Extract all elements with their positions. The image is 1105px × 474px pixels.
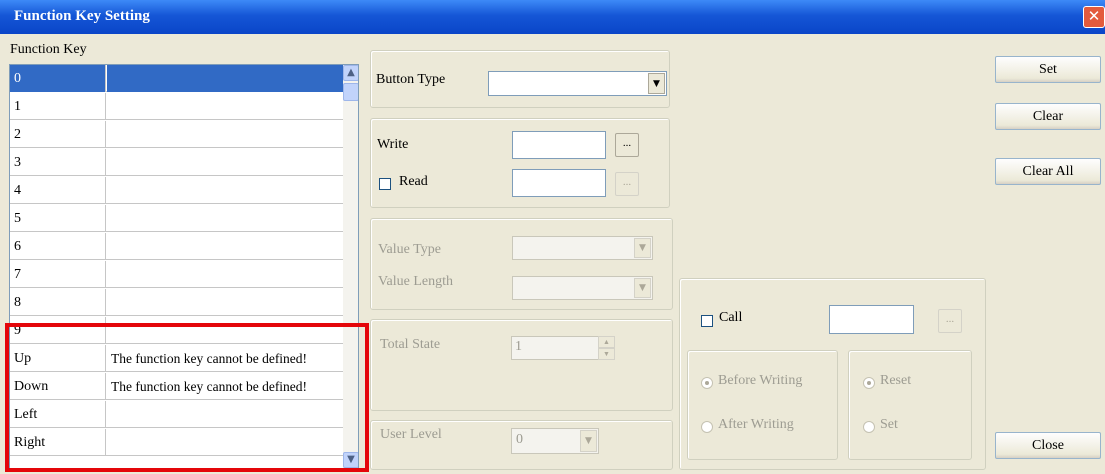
list-item[interactable]: 8 (10, 289, 343, 316)
list-item[interactable]: 5 (10, 205, 343, 232)
user-level-select[interactable]: 0 ▼ (511, 428, 599, 454)
reset-label: Reset (880, 373, 912, 388)
set-button[interactable]: Set (995, 56, 1101, 83)
function-key-name: 2 (10, 121, 106, 148)
list-item[interactable]: 1 (10, 93, 343, 120)
function-key-value (107, 149, 343, 176)
function-key-name: 6 (10, 233, 106, 260)
set-radio[interactable] (863, 421, 875, 433)
write-browse-button[interactable]: ... (615, 133, 639, 157)
function-key-name: 0 (10, 65, 106, 92)
total-state-value: 1 (515, 339, 522, 354)
function-key-value (107, 289, 343, 316)
user-level-value: 0 (516, 432, 523, 447)
list-item[interactable]: 7 (10, 261, 343, 288)
chevron-down-icon[interactable]: ▼ (648, 73, 665, 94)
close-window-icon[interactable]: ✕ (1083, 6, 1105, 28)
scroll-thumb[interactable] (343, 83, 358, 101)
before-writing-label: Before Writing (718, 373, 803, 388)
button-type-select[interactable]: ▼ (488, 71, 667, 96)
total-state-label: Total State (380, 337, 441, 352)
list-item[interactable]: 2 (10, 121, 343, 148)
call-label: Call (719, 310, 743, 325)
read-checkbox[interactable] (379, 178, 391, 190)
function-key-setting-dialog: Function Key Setting ✕ Function Key 0123… (0, 0, 1105, 474)
read-address-input[interactable] (512, 169, 606, 197)
write-label: Write (377, 137, 409, 152)
function-key-value (107, 177, 343, 204)
function-key-value (107, 93, 343, 120)
action-group (848, 350, 972, 460)
chevron-down-icon[interactable]: ▼ (580, 430, 597, 452)
function-key-value (107, 261, 343, 288)
function-key-value (107, 233, 343, 260)
list-item[interactable]: 4 (10, 177, 343, 204)
value-type-select[interactable]: ▼ (512, 236, 653, 260)
spin-up-icon[interactable]: ▲ (598, 336, 615, 348)
user-level-label: User Level (380, 427, 442, 442)
after-writing-label: After Writing (718, 417, 794, 432)
timing-group (687, 350, 838, 460)
reset-radio[interactable] (863, 377, 875, 389)
total-state-spinner[interactable]: 1 (511, 336, 599, 360)
before-writing-radio[interactable] (701, 377, 713, 389)
function-key-name: 1 (10, 93, 106, 120)
value-length-label: Value Length (378, 274, 454, 289)
read-label: Read (399, 174, 428, 189)
list-item[interactable]: 3 (10, 149, 343, 176)
list-item[interactable]: 6 (10, 233, 343, 260)
function-key-value (107, 121, 343, 148)
value-type-label: Value Type (378, 242, 441, 257)
set-label: Set (880, 417, 898, 432)
button-type-label: Button Type (376, 72, 446, 87)
function-key-name: 4 (10, 177, 106, 204)
chevron-down-icon[interactable]: ▼ (634, 238, 651, 258)
total-state-group (370, 319, 673, 411)
function-key-name: 8 (10, 289, 106, 316)
scroll-up-icon[interactable]: ▲ (343, 65, 358, 81)
clear-all-button[interactable]: Clear All (995, 158, 1101, 185)
call-browse-button[interactable]: ... (938, 309, 962, 333)
title-bar[interactable]: Function Key Setting ✕ (0, 0, 1105, 34)
spin-down-icon[interactable]: ▼ (598, 348, 615, 360)
call-checkbox[interactable] (701, 315, 713, 327)
function-key-value (107, 65, 343, 92)
clear-button[interactable]: Clear (995, 103, 1101, 130)
call-address-input[interactable] (829, 305, 914, 334)
value-length-select[interactable]: ▼ (512, 276, 653, 300)
read-browse-button[interactable]: ... (615, 172, 639, 196)
close-button[interactable]: Close (995, 432, 1101, 459)
function-key-value (107, 205, 343, 232)
window-title: Function Key Setting (14, 8, 150, 24)
chevron-down-icon[interactable]: ▼ (634, 278, 651, 298)
write-address-input[interactable] (512, 131, 606, 159)
after-writing-radio[interactable] (701, 421, 713, 433)
function-key-name: 7 (10, 261, 106, 288)
function-key-name: 5 (10, 205, 106, 232)
highlight-box (5, 323, 369, 472)
function-key-label: Function Key (10, 42, 87, 57)
list-item[interactable]: 0 (10, 65, 343, 92)
function-key-name: 3 (10, 149, 106, 176)
